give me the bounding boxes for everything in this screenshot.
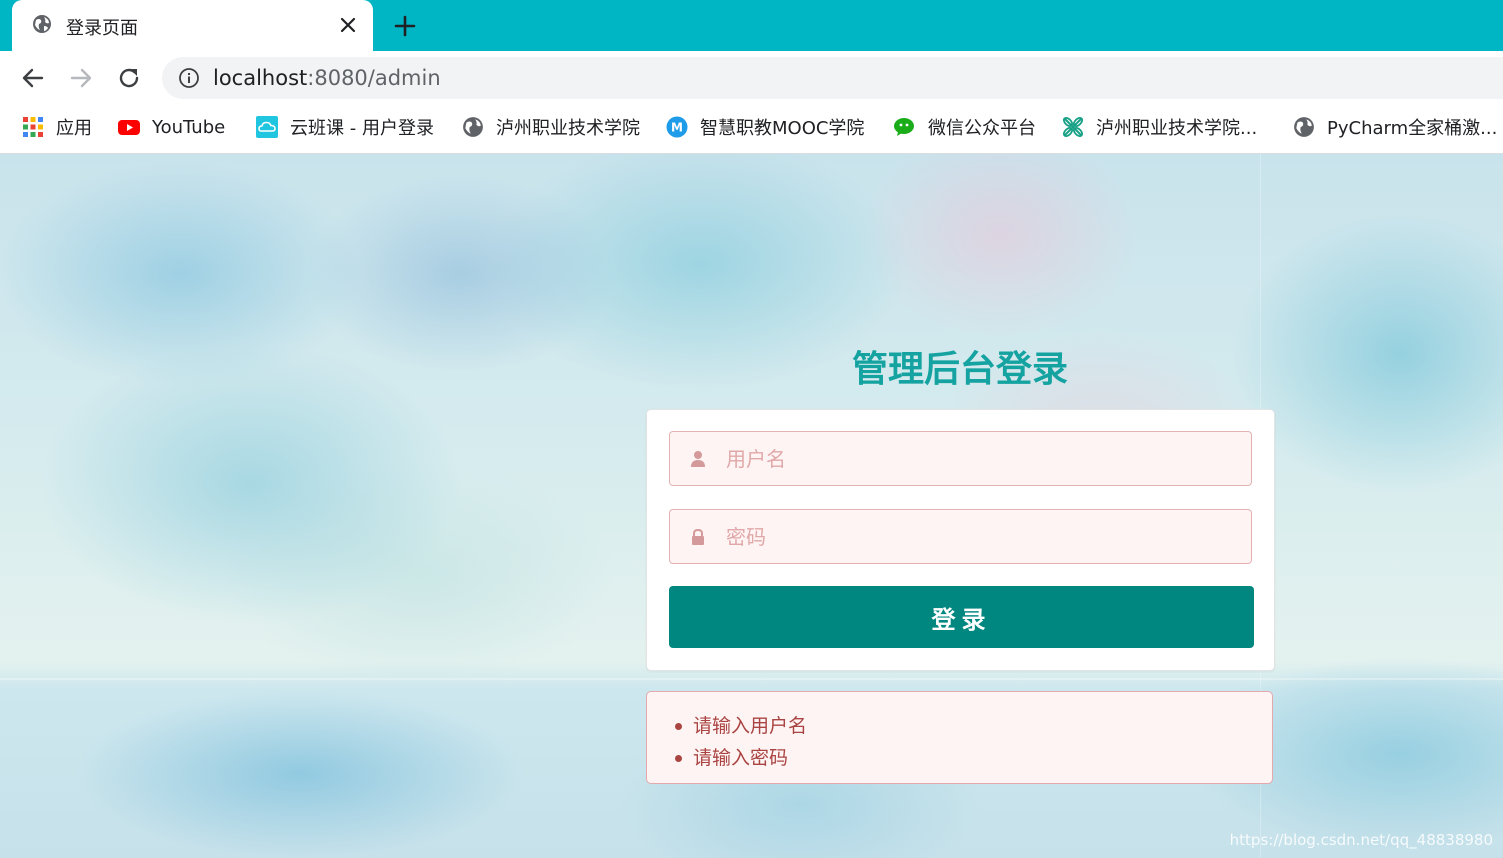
bullet-dot [675,723,682,730]
bookmark-label: 智慧职教MOOC学院 [700,118,865,139]
bookmark-label: 泸州职业技术学院 [496,118,640,139]
knot-icon [1062,116,1084,138]
username-input[interactable] [726,432,1226,485]
bookmark-label: 泸州职业技术学院... [1096,118,1258,139]
bookmark-youtube[interactable]: YouTube [118,115,225,139]
svg-text:M: M [671,121,683,135]
address-bar[interactable]: localhost:8080/admin [162,57,1503,99]
globe-icon [463,117,483,137]
bookmark-label: YouTube [152,116,226,138]
active-tab[interactable]: 登录页面 [12,0,373,51]
login-form: 登录 [646,409,1275,671]
validation-errors: 请输入用户名 请输入密码 [646,691,1273,784]
cloud-icon [256,116,278,138]
bookmark-wechat[interactable]: 微信公众平台 [894,115,1036,139]
bookmark-label: 云班课 - 用户登录 [290,118,434,139]
tab-strip: 登录页面 [0,0,1503,51]
globe-icon [1294,117,1314,137]
wechat-icon [894,118,914,136]
reload-icon[interactable] [116,65,142,91]
watermark: https://blog.csdn.net/qq_48838980 [1229,831,1493,849]
youtube-icon [118,120,140,135]
login-button[interactable]: 登录 [669,586,1254,648]
apps-grid-icon [23,117,43,137]
url-host: localhost [213,66,308,90]
user-icon [691,451,705,467]
login-title: 管理后台登录 [851,349,1068,390]
forward-arrow-icon[interactable] [68,65,94,91]
bookmark-label: PyCharm全家桶激... [1327,118,1498,139]
bookmark-pycharm[interactable]: PyCharm全家桶激... [1293,115,1497,139]
bookmark-label: 微信公众平台 [928,118,1036,139]
login-page: 管理后台登录 登录 请输入用户名 请输入密码 https://blog.csdn… [0,154,1503,858]
mooc-icon: M [666,116,688,138]
error-item: 请输入用户名 [675,710,1272,742]
close-tab-icon[interactable] [338,15,358,35]
bookmark-apps[interactable]: 应用 [22,115,92,139]
globe-icon [33,15,51,33]
error-list: 请输入用户名 请输入密码 [647,692,1272,774]
background-seam [0,678,1503,680]
password-field[interactable] [669,509,1252,564]
lock-icon [692,528,704,545]
back-arrow-icon[interactable] [20,65,46,91]
bullet-dot [675,755,682,762]
url-text: localhost:8080/admin [213,66,441,90]
password-input[interactable] [726,510,1226,563]
new-tab-icon[interactable] [392,13,418,39]
bookmark-lzy-2[interactable]: 泸州职业技术学院... [1062,115,1257,139]
tab-title: 登录页面 [66,18,138,39]
bookmark-lzy-1[interactable]: 泸州职业技术学院 [462,115,640,139]
error-item: 请输入密码 [675,742,1272,774]
error-text: 请输入用户名 [693,715,808,737]
bookmark-mooc[interactable]: M 智慧职教MOOC学院 [666,115,864,139]
browser-toolbar: localhost:8080/admin [0,51,1503,104]
bookmarks-bar: 应用 YouTube 云班课 - 用户登录 泸州职业技术学院 M 智慧职教MOO… [0,104,1503,154]
info-icon[interactable] [178,67,200,89]
username-field[interactable] [669,431,1252,486]
bookmark-label: 应用 [56,118,92,139]
bookmark-yunbanke[interactable]: 云班课 - 用户登录 [256,115,434,139]
error-text: 请输入密码 [693,747,789,769]
url-path: :8080/admin [307,66,441,90]
